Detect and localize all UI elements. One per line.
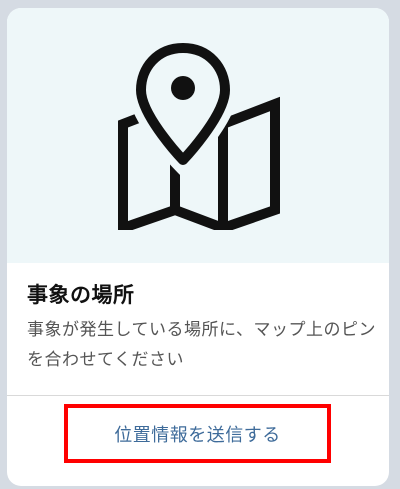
location-card: 事象の場所 事象が発生している場所に、マップ上のピンを合わせてください 位置情報…: [7, 8, 389, 486]
map-pin-icon: [118, 42, 280, 230]
card-title: 事象の場所: [27, 283, 135, 307]
divider: [7, 395, 389, 396]
card-description: 事象が発生している場所に、マップ上のピンを合わせてください: [27, 320, 376, 370]
hero-area: [7, 8, 389, 263]
send-location-button[interactable]: 位置情報を送信する: [64, 404, 331, 463]
